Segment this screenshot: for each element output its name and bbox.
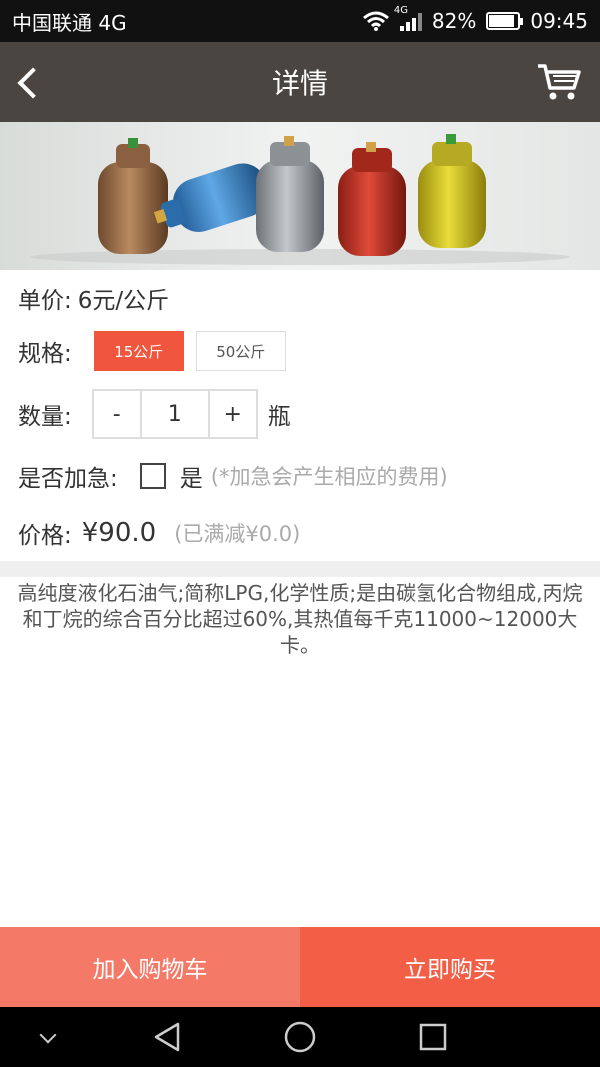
product-description: 高纯度液化石油气;简称LPG,化学性质;是由碳氢化合物组成,丙烷和丁烷的综合百分… <box>17 581 583 657</box>
spec-option-15kg[interactable]: 15公斤 <box>93 331 184 371</box>
spec-option-50kg[interactable]: 50公斤 <box>195 331 286 371</box>
recents-square-icon[interactable] <box>418 1022 448 1052</box>
home-circle-icon[interactable] <box>283 1020 317 1054</box>
urgent-option-label: 是 <box>179 466 203 492</box>
urgent-label: 是否加急: <box>18 466 118 492</box>
chevron-down-icon[interactable] <box>39 1026 57 1044</box>
urgent-row: 是否加急: 是 (*加急会产生相应的费用) <box>18 460 448 492</box>
page-title: 详情 <box>271 67 328 100</box>
quantity-stepper: - 1 + <box>91 389 258 439</box>
battery-percent: 82% <box>431 9 477 33</box>
battery-icon <box>486 12 524 30</box>
total-price-value: ¥90.0 <box>81 518 157 548</box>
signal-icon: 4G <box>394 5 422 31</box>
nav-bar: 详情 <box>0 42 600 122</box>
urgent-checkbox[interactable] <box>139 463 166 489</box>
spec-row: 规格: 15公斤 50公斤 <box>18 331 286 371</box>
back-triangle-icon[interactable] <box>152 1021 182 1053</box>
status-icons: 4G 82% 09:45 <box>362 5 588 33</box>
unit-price-row: 单价: 6元/公斤 <box>18 282 169 314</box>
total-price-row: 价格: ¥90.0 (已满减¥0.0) <box>18 515 300 551</box>
buy-now-button[interactable]: 立即购买 <box>300 927 600 1007</box>
wifi-icon <box>362 11 389 31</box>
back-arrow-icon[interactable] <box>14 66 44 98</box>
quantity-input[interactable]: 1 <box>139 391 210 437</box>
clock: 09:45 <box>530 9 588 33</box>
network-type: 4G <box>393 5 409 16</box>
unit-price-label: 单价: <box>18 288 72 314</box>
decrease-button[interactable]: - <box>94 391 140 437</box>
discount-note: (已满减¥0.0) <box>174 522 301 546</box>
spec-label: 规格: <box>18 341 72 367</box>
increase-button[interactable]: + <box>210 391 256 437</box>
quantity-label: 数量: <box>18 404 72 430</box>
quantity-unit: 瓶 <box>267 404 291 430</box>
section-divider <box>0 561 600 577</box>
carrier-text: 中国联通 4G <box>12 10 127 35</box>
add-to-cart-button[interactable]: 加入购物车 <box>0 927 300 1007</box>
total-price-label: 价格: <box>18 523 72 549</box>
status-bar: 中国联通 4G 4G 82% 09:45 <box>0 0 600 42</box>
shopping-cart-icon[interactable] <box>536 62 582 102</box>
quantity-row: 数量: - 1 + 瓶 <box>18 389 291 439</box>
product-image <box>0 122 600 270</box>
gas-cylinders-illustration <box>30 134 570 265</box>
urgent-note: (*加急会产生相应的费用) <box>210 465 448 489</box>
unit-price-value: 6元/公斤 <box>77 288 170 314</box>
system-nav-bar <box>0 1007 600 1067</box>
